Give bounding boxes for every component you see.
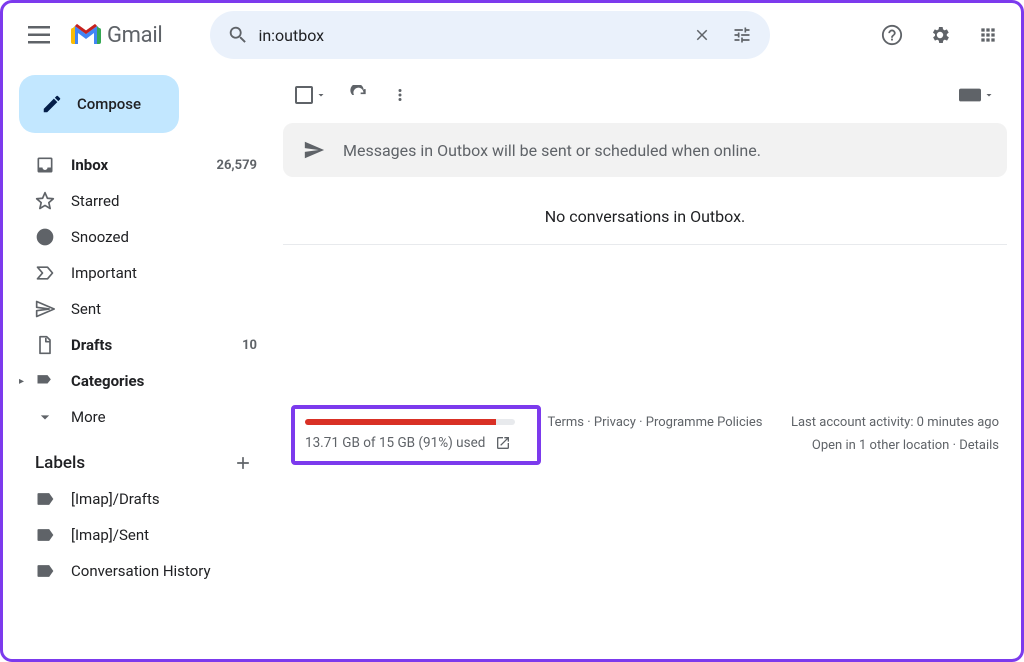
sidebar-item-important[interactable]: Important: [13, 255, 273, 291]
sidebar-item-drafts[interactable]: Drafts10: [13, 327, 273, 363]
labels-title: Labels: [35, 453, 85, 473]
header: Gmail: [3, 3, 1021, 67]
clear-search-button[interactable]: [682, 26, 722, 44]
terms-link[interactable]: Terms: [547, 415, 584, 430]
folder-list: Inbox26,579 Starred Snoozed Important Sent Dr…: [13, 147, 273, 435]
sidebar-item-inbox[interactable]: Inbox26,579: [13, 147, 273, 183]
input-tools-button[interactable]: [959, 88, 995, 102]
checkbox-icon: [295, 86, 313, 104]
sidebar-item-count: 10: [242, 338, 257, 353]
inbox-icon: [35, 155, 55, 175]
help-icon: [881, 24, 903, 46]
sidebar-item-label: Snoozed: [71, 228, 257, 246]
open-in-new-icon: [495, 435, 511, 451]
dropdown-caret-icon: [983, 89, 995, 101]
header-actions: [871, 14, 1009, 56]
storage-progress: [305, 419, 515, 425]
label-item-text: Conversation History: [71, 562, 257, 580]
label-icon: [35, 489, 55, 509]
sidebar-item-label: Sent: [71, 300, 257, 318]
label-icon: [35, 525, 55, 545]
hamburger-icon: [28, 26, 50, 44]
main-panel: Messages in Outbox will be sent or sched…: [283, 67, 1021, 659]
label-item[interactable]: Conversation History: [13, 553, 273, 589]
settings-button[interactable]: [919, 14, 961, 56]
manage-storage-link[interactable]: [495, 435, 511, 451]
sidebar-item-label: More: [71, 408, 257, 426]
dropdown-caret-icon: [315, 89, 327, 101]
search-icon[interactable]: [218, 24, 258, 46]
sidebar-item-label: Starred: [71, 192, 257, 210]
storage-text: 13.71 GB of 15 GB (91%) used: [305, 435, 485, 451]
refresh-icon: [349, 85, 369, 105]
pencil-icon: [41, 93, 63, 115]
compose-label: Compose: [77, 95, 141, 113]
more-icon: [35, 407, 55, 427]
support-button[interactable]: [871, 14, 913, 56]
main-menu-button[interactable]: [15, 11, 63, 59]
banner-text: Messages in Outbox will be sent or sched…: [343, 141, 761, 160]
label-item[interactable]: [Imap]/Sent: [13, 517, 273, 553]
keyboard-icon: [959, 88, 981, 102]
clock-icon: [35, 227, 55, 247]
footer: 13.71 GB of 15 GB (91%) used Terms · Pri…: [283, 405, 1007, 465]
compose-button[interactable]: Compose: [19, 75, 179, 133]
label-item-text: [Imap]/Sent: [71, 526, 257, 544]
send-icon: [303, 139, 325, 161]
sidebar-item-snoozed[interactable]: Snoozed: [13, 219, 273, 255]
policies-link[interactable]: Programme Policies: [646, 415, 763, 430]
gear-icon: [929, 24, 951, 46]
apps-grid-icon: [978, 25, 998, 45]
empty-text: No conversations in Outbox.: [545, 207, 746, 226]
tune-icon: [732, 25, 752, 45]
label-item[interactable]: [Imap]/Drafts: [13, 481, 273, 517]
important-icon: [35, 263, 55, 283]
activity-info: Last account activity: 0 minutes ago Ope…: [769, 405, 999, 465]
sidebar-item-starred[interactable]: Starred: [13, 183, 273, 219]
sidebar-item-label: Categories: [71, 372, 257, 390]
label-item-text: [Imap]/Drafts: [71, 490, 257, 508]
sidebar-item-categories[interactable]: ▸Categories: [13, 363, 273, 399]
category-icon: [35, 371, 55, 391]
add-label-button[interactable]: [233, 453, 253, 473]
select-all[interactable]: [295, 86, 327, 104]
search-bar[interactable]: [210, 11, 770, 59]
search-input[interactable]: [258, 26, 682, 45]
send-icon: [35, 299, 55, 319]
gmail-logo-icon: [71, 24, 101, 46]
labels-header: Labels: [13, 435, 273, 481]
activity-locations: Open in 1 other location: [812, 438, 949, 453]
privacy-link[interactable]: Privacy: [594, 415, 636, 430]
gmail-logo[interactable]: Gmail: [71, 23, 162, 48]
gmail-logo-text: Gmail: [107, 23, 162, 48]
file-icon: [35, 335, 55, 355]
search-options-button[interactable]: [722, 25, 762, 45]
footer-links: Terms · Privacy · Programme Policies: [541, 405, 769, 465]
storage-highlight: 13.71 GB of 15 GB (91%) used: [291, 405, 541, 465]
empty-state: No conversations in Outbox.: [283, 189, 1007, 245]
outbox-banner: Messages in Outbox will be sent or sched…: [283, 123, 1007, 177]
sidebar-item-count: 26,579: [217, 158, 258, 173]
sidebar-item-label: Important: [71, 264, 257, 282]
apps-button[interactable]: [967, 14, 1009, 56]
storage-progress-fill: [305, 419, 496, 425]
activity-details-link[interactable]: Details: [959, 438, 999, 453]
more-actions-button[interactable]: [391, 86, 409, 104]
labels-list: [Imap]/Drafts [Imap]/Sent Conversation His…: [13, 481, 273, 589]
plus-icon: [233, 453, 253, 473]
more-vert-icon: [391, 86, 409, 104]
star-icon: [35, 191, 55, 211]
sidebar-item-more[interactable]: More: [13, 399, 273, 435]
sidebar-item-label: Inbox: [71, 156, 217, 174]
sidebar-item-sent[interactable]: Sent: [13, 291, 273, 327]
close-icon: [693, 26, 711, 44]
activity-line: Last account activity: 0 minutes ago: [769, 411, 999, 434]
sidebar: Compose Inbox26,579 Starred Snoozed Importa…: [3, 67, 283, 659]
refresh-button[interactable]: [349, 85, 369, 105]
toolbar: [283, 67, 1007, 123]
sidebar-item-label: Drafts: [71, 336, 242, 354]
label-icon: [35, 561, 55, 581]
